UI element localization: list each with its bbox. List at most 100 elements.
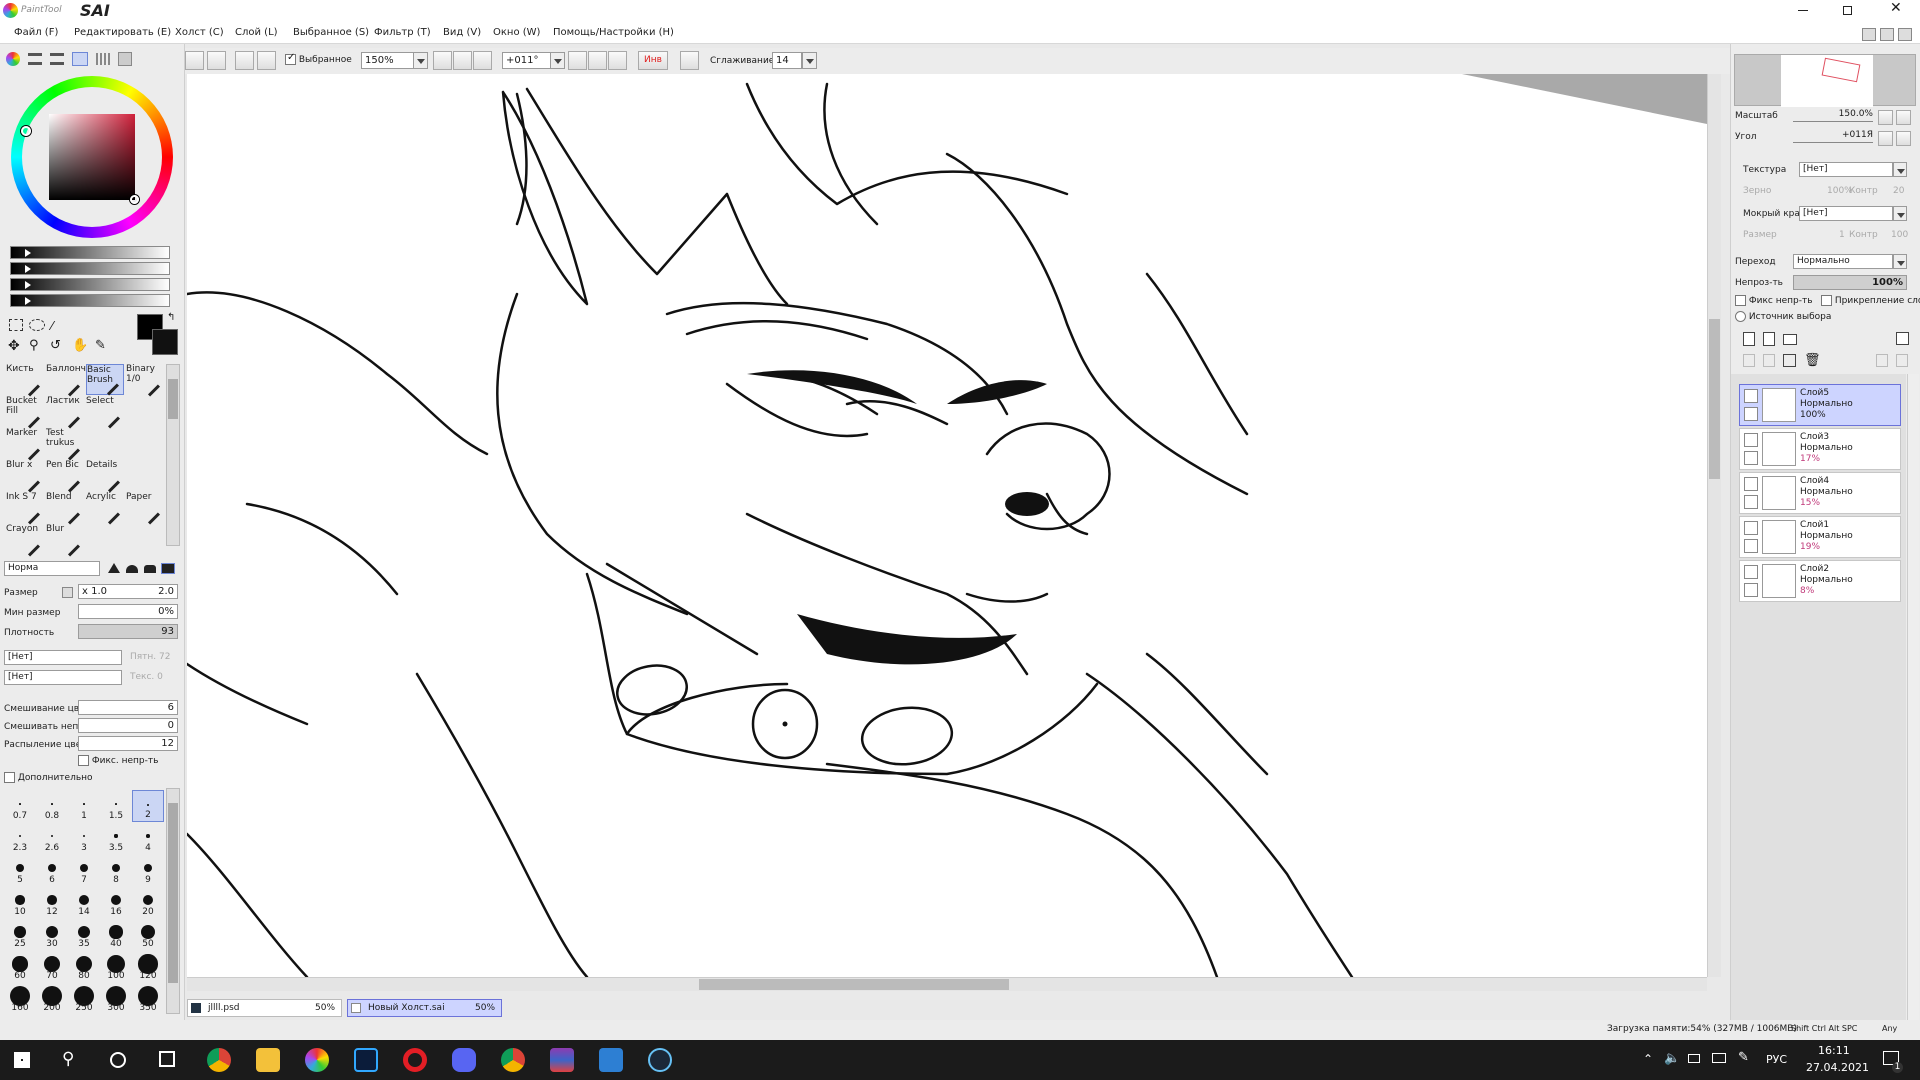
rect-select-icon[interactable] [9,319,23,331]
brush-size-preset[interactable]: 8 [100,854,132,886]
task-view-icon[interactable] [159,1051,175,1067]
menu-file[interactable]: Файл (F) [14,27,58,38]
brush-size-preset[interactable]: 160 [4,982,36,1014]
file-explorer-icon[interactable] [256,1048,280,1072]
invert-selection-button[interactable] [257,51,276,70]
brush-size-preset[interactable]: 7 [68,854,100,886]
visibility-toggle[interactable] [1744,477,1758,491]
tool-slot[interactable]: Crayon [6,524,44,557]
clock-time[interactable]: 16:11 [1818,1044,1850,1057]
tool-slot[interactable]: Binary 1/0 [126,364,164,397]
language-indicator[interactable]: РУС [1766,1053,1787,1066]
blend-mode-dropdown[interactable] [1893,254,1907,269]
winrar-icon[interactable] [550,1048,574,1072]
tool-slot[interactable]: Basic Brush [86,364,124,396]
copy-layer-icon[interactable] [1743,354,1755,367]
discord-icon[interactable] [452,1048,476,1072]
nav-rotate-right-button[interactable] [1896,131,1911,146]
swap-colors-icon[interactable]: ↰ [167,312,175,323]
advanced-checkbox[interactable]: Дополнительно [4,772,93,783]
brush-size-preset[interactable]: 200 [36,982,68,1014]
brush-size-preset[interactable]: 3 [68,822,100,854]
size-grid-scrollbar[interactable] [166,788,180,1014]
texture-select[interactable]: [Нет] [1799,162,1893,177]
color-slider-3[interactable] [10,278,170,291]
tool-slot[interactable]: Bucket Fill [6,396,44,429]
zoom-dropdown[interactable] [413,52,428,69]
redo-button[interactable] [207,51,226,70]
opera-icon[interactable] [403,1048,427,1072]
menu-layer[interactable]: Слой (L) [235,27,278,38]
color-wheel-tab-icon[interactable] [6,52,20,66]
blend-slider[interactable]: 6 [78,700,178,715]
brush-size-preset[interactable]: 100 [100,950,132,982]
eyedropper-icon[interactable]: ✎ [95,338,106,353]
brush-size-preset[interactable]: 2 [132,790,164,822]
tool-slot[interactable]: Test trukus [46,428,84,461]
brush-mode-select[interactable]: Норма [4,561,100,576]
network-icon[interactable] [1712,1053,1726,1063]
start-button-icon[interactable] [14,1052,30,1068]
zoom-in-button[interactable] [453,51,472,70]
menu-view[interactable]: Вид (V) [443,27,481,38]
edit-toggle[interactable] [1744,583,1758,597]
pen-icon[interactable]: ✎ [1738,1050,1749,1065]
edit-toggle[interactable] [1744,539,1758,553]
edit-toggle[interactable] [1744,451,1758,465]
flatten-icon[interactable] [1896,354,1908,367]
stabilizer-icon[interactable] [680,51,699,70]
scratchpad-tab-icon[interactable] [118,52,132,66]
brush-size-preset[interactable]: 16 [100,886,132,918]
rotate-reset-button[interactable] [608,51,627,70]
min-size-field[interactable]: 0% [78,604,178,619]
lasso-icon[interactable] [29,319,45,331]
tool-slot[interactable]: Pen Bic [46,460,84,493]
color-wheel[interactable] [11,76,173,238]
color-slider-1[interactable] [10,246,170,259]
nav-angle-field[interactable]: +011Я [1793,130,1873,143]
color-slider-2[interactable] [10,262,170,275]
tool-slot[interactable]: Paper [126,492,164,525]
menu-edit[interactable]: Редактировать (E) [74,27,171,38]
brush-size-preset[interactable]: 250 [68,982,100,1014]
menu-selection[interactable]: Выбранное (S) [293,27,369,38]
brush-size-preset[interactable]: 60 [4,950,36,982]
doc-restore-button[interactable] [1880,28,1894,41]
hsv-sliders-tab-icon[interactable] [50,53,64,65]
tool-slot[interactable]: Blend [46,492,84,525]
eye-icon[interactable] [1744,389,1758,403]
rgb-sliders-tab-icon[interactable] [28,53,42,65]
secondary-color-swatch[interactable] [152,329,178,355]
selection-source-radio[interactable]: Источник выбора [1735,311,1831,322]
merge-down-icon[interactable] [1763,354,1775,367]
layer-row[interactable]: Слой4 Нормально 15% [1739,472,1901,514]
wet-edge-select[interactable]: [Нет] [1799,206,1893,221]
doc-minimize-button[interactable] [1862,28,1876,41]
palette-tab-icon[interactable] [96,53,110,65]
brush-size-preset[interactable]: 30 [36,918,68,950]
brush-size-preset[interactable]: 50 [132,918,164,950]
brush-size-preset[interactable]: 25 [4,918,36,950]
brush-size-preset[interactable]: 300 [100,982,132,1014]
rotate-left-button[interactable] [568,51,587,70]
nav-zoom-in-button[interactable] [1896,110,1911,125]
tool-slot[interactable]: Баллонч [46,364,86,397]
tool-slot[interactable]: Acrylic [86,492,124,525]
tool-slot[interactable]: Кисть [6,364,44,397]
brush-size-preset[interactable]: 5 [4,854,36,886]
new-layer-icon[interactable] [1743,332,1755,346]
size-lock-icon[interactable] [62,587,73,598]
brush-size-preset[interactable]: 70 [36,950,68,982]
color-square[interactable] [49,114,135,200]
wet-edge-dropdown[interactable] [1893,206,1907,221]
brush-size-preset[interactable]: 4 [132,822,164,854]
deselect-button[interactable] [235,51,254,70]
density-slider[interactable]: 93 [78,624,178,639]
clear-layer-icon[interactable] [1783,354,1796,367]
visibility-toggle[interactable] [1744,433,1758,447]
visibility-toggle[interactable] [1744,565,1758,579]
layer-row[interactable]: Слой1 Нормально 19% [1739,516,1901,558]
color-slider-4[interactable] [10,294,170,307]
brush-size-preset[interactable]: 9 [132,854,164,886]
menu-filter[interactable]: Фильтр (T) [374,27,431,38]
